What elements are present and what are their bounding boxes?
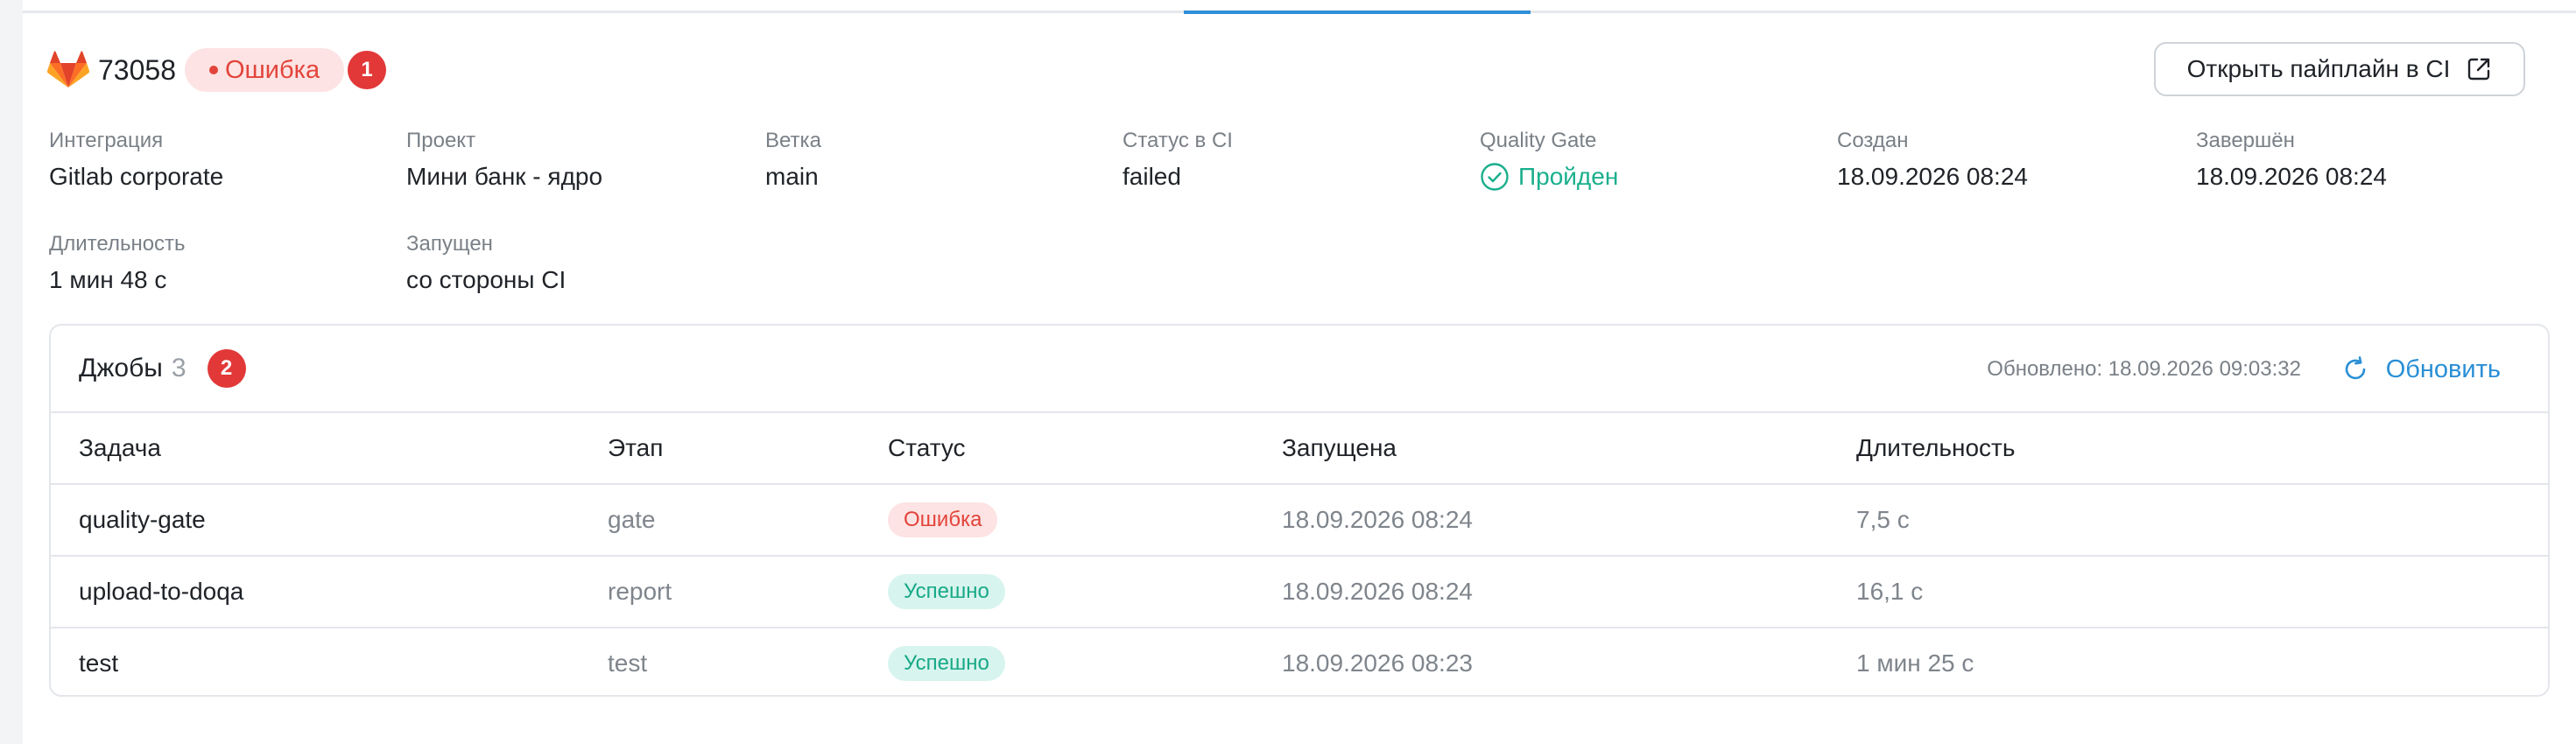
- callout-marker-1: 1: [348, 51, 387, 89]
- table-row[interactable]: test test Успешно 18.09.2026 08:23 1 мин…: [51, 628, 2548, 695]
- pipeline-header: 73058 Ошибка 1: [47, 44, 387, 96]
- field-project: Проект Мини банк - ядро: [406, 128, 602, 193]
- field-integration: Интеграция Gitlab corporate: [49, 128, 223, 193]
- job-started: 18.09.2026 08:23: [1282, 649, 1473, 677]
- field-label: Статус в CI: [1123, 129, 1233, 152]
- job-started: 18.09.2026 08:24: [1282, 578, 1473, 605]
- job-started: 18.09.2026 08:24: [1282, 506, 1473, 533]
- field-value: 18.09.2026 08:24: [2196, 163, 2387, 190]
- jobs-card-header: Джобы 3 2 Обновлено: 18.09.2026 09:03:32…: [51, 326, 2548, 413]
- field-value: со стороны CI: [406, 266, 567, 293]
- jobs-table-header: Задача Этап Статус Запущена Длительность: [51, 413, 2548, 485]
- quality-gate-status: Пройден: [1480, 161, 1618, 193]
- field-duration: Длительность 1 мин 48 с: [49, 231, 186, 296]
- field-value: Мини банк - ядро: [406, 163, 603, 190]
- field-value: 18.09.2026 08:24: [1837, 163, 2028, 190]
- table-row[interactable]: upload-to-doqa report Успешно 18.09.2026…: [51, 557, 2548, 628]
- job-status-cell: Ошибка: [888, 485, 998, 555]
- last-updated-text: Обновлено: 18.09.2026 09:03:32: [1987, 357, 2301, 381]
- field-value: failed: [1123, 163, 1181, 190]
- field-quality-gate: Quality Gate Пройден: [1480, 128, 1618, 193]
- open-pipeline-label: Открыть пайплайн в CI: [2186, 55, 2451, 82]
- field-label: Завершён: [2196, 129, 2295, 152]
- jobs-count: 3: [171, 354, 187, 383]
- job-status-cell: Успешно: [888, 557, 1005, 627]
- field-created: Создан 18.09.2026 08:24: [1837, 128, 2028, 193]
- callout-marker-2: 2: [207, 349, 246, 388]
- job-duration: 7,5 с: [1856, 506, 1910, 533]
- field-value: Gitlab corporate: [49, 163, 224, 190]
- open-pipeline-in-ci-button[interactable]: Открыть пайплайн в CI: [2154, 42, 2525, 96]
- check-circle-icon: [1481, 163, 1509, 191]
- field-label: Запущен: [406, 232, 493, 256]
- field-started-by: Запущен со стороны CI: [406, 231, 566, 296]
- field-label: Ветка: [765, 129, 821, 152]
- job-status-badge: Успешно: [888, 574, 1005, 609]
- status-dot: [208, 66, 218, 74]
- field-finished: Завершён 18.09.2026 08:24: [2196, 128, 2387, 193]
- job-status-cell: Успешно: [888, 628, 1005, 695]
- field-label: Quality Gate: [1480, 129, 1597, 152]
- pipeline-details-page: 73058 Ошибка 1 Открыть пайплайн в CI Инт…: [23, 0, 2576, 744]
- job-task: quality-gate: [79, 506, 206, 533]
- job-duration: 16,1 с: [1856, 578, 1924, 605]
- field-value: main: [765, 163, 819, 190]
- column-header-started[interactable]: Запущена: [1282, 413, 1397, 483]
- tab-underline: [23, 11, 2576, 14]
- job-task: upload-to-doqa: [79, 578, 244, 605]
- column-header-stage[interactable]: Этап: [608, 413, 663, 483]
- field-branch: Ветка main: [765, 128, 821, 193]
- pipeline-status-badge: Ошибка: [184, 48, 345, 92]
- job-duration: 1 мин 25 с: [1856, 649, 1974, 677]
- jobs-title: Джобы 3 2: [79, 347, 246, 390]
- field-label: Проект: [406, 129, 476, 152]
- field-label: Длительность: [49, 232, 186, 256]
- refresh-icon: [2345, 356, 2365, 380]
- pipeline-id: 73058: [98, 53, 176, 86]
- job-status-badge: Ошибка: [888, 502, 998, 537]
- job-stage: gate: [608, 506, 656, 533]
- job-stage: test: [608, 649, 648, 677]
- job-stage: report: [608, 578, 672, 605]
- column-header-task[interactable]: Задача: [79, 413, 161, 483]
- column-header-status[interactable]: Статус: [888, 413, 966, 483]
- field-label: Интеграция: [49, 129, 164, 152]
- external-link-icon: [2468, 58, 2490, 81]
- field-ci-status: Статус в CI failed: [1123, 128, 1233, 193]
- pipeline-status-label: Ошибка: [224, 55, 320, 84]
- field-value: 1 мин 48 с: [49, 266, 167, 293]
- column-header-duration[interactable]: Длительность: [1856, 413, 2015, 483]
- gitlab-icon: [47, 51, 89, 88]
- table-row[interactable]: quality-gate gate Ошибка 18.09.2026 08:2…: [51, 485, 2548, 557]
- jobs-card: Джобы 3 2 Обновлено: 18.09.2026 09:03:32…: [49, 324, 2550, 697]
- job-status-badge: Успешно: [888, 646, 1005, 681]
- field-label: Создан: [1837, 129, 1909, 152]
- active-tab-indicator: [1184, 11, 1531, 14]
- job-task: test: [79, 649, 119, 677]
- refresh-label: Обновить: [2385, 354, 2501, 383]
- field-value: Пройден: [1518, 163, 1619, 190]
- jobs-title-label: Джобы: [79, 354, 163, 383]
- refresh-button[interactable]: Обновить: [2340, 348, 2501, 390]
